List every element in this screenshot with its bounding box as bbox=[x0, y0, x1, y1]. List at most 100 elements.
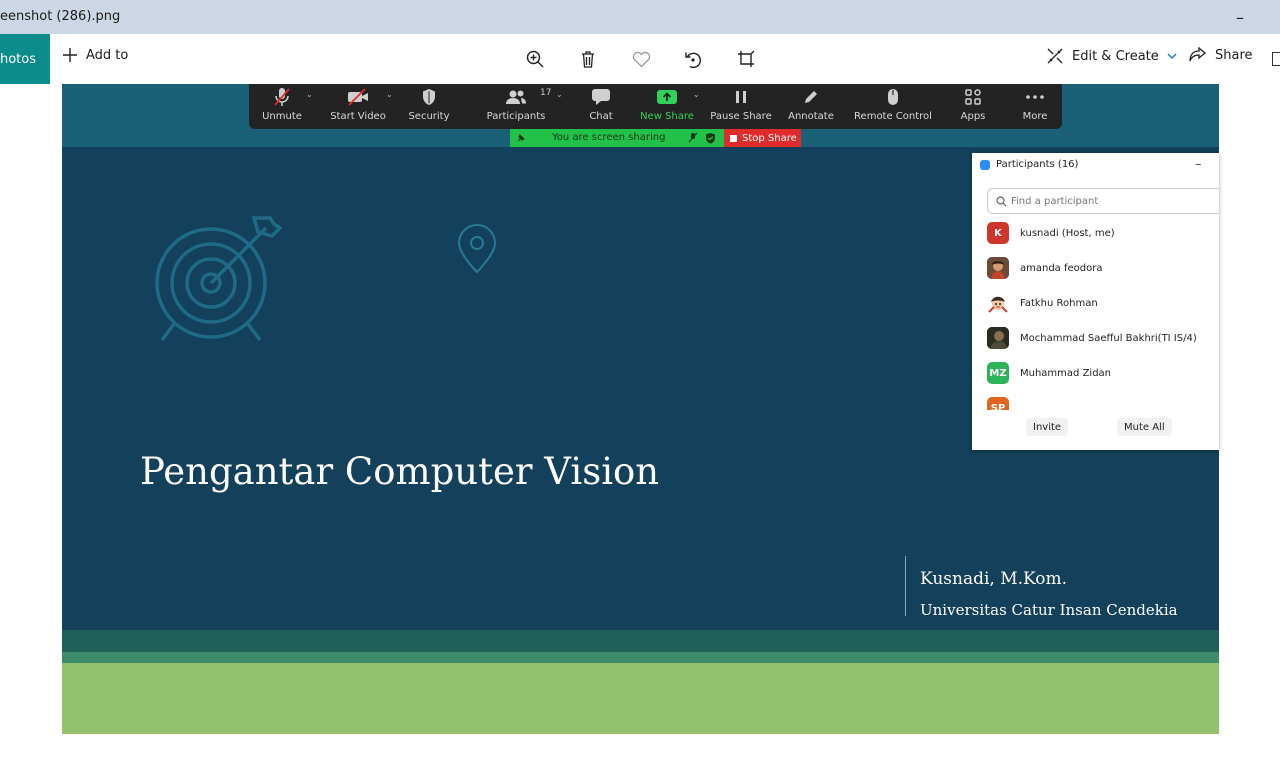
add-to-button[interactable]: Add to bbox=[62, 47, 128, 63]
stop-share-button[interactable]: Stop Share bbox=[724, 129, 801, 147]
crop-button[interactable] bbox=[734, 47, 758, 71]
pen-icon bbox=[805, 91, 817, 103]
unmute-button[interactable]: ⌄ Unmute bbox=[261, 84, 313, 129]
slide-stripe-mid bbox=[62, 652, 1219, 663]
crop-icon bbox=[738, 50, 755, 67]
stop-icon bbox=[730, 134, 737, 142]
delete-icon bbox=[582, 51, 594, 68]
panel-minimize-button[interactable]: – bbox=[1195, 157, 1202, 172]
favorite-button[interactable] bbox=[629, 47, 653, 71]
edit-create-button[interactable]: Edit & Create bbox=[1046, 47, 1177, 65]
participants-panel-title: Participants (16) bbox=[996, 159, 1079, 170]
photos-back-button[interactable]: Photos bbox=[0, 34, 50, 84]
share-button[interactable]: Share bbox=[1188, 47, 1253, 63]
participant-row[interactable]: MZ Muhammad Zidan bbox=[987, 360, 1219, 386]
new-share-button[interactable]: ⌄ New Share bbox=[640, 84, 700, 129]
minimize-button[interactable]: – bbox=[1222, 0, 1258, 34]
mute-all-button[interactable]: Mute All bbox=[1117, 418, 1172, 436]
unmute-caret-icon[interactable]: ⌄ bbox=[306, 90, 313, 99]
more-label: More bbox=[1022, 111, 1048, 122]
apps-icon bbox=[965, 89, 981, 105]
share-screen-icon bbox=[657, 90, 677, 104]
participant-row[interactable]: amanda feodora bbox=[987, 255, 1219, 281]
more-dots-icon bbox=[1026, 95, 1044, 99]
plus-icon bbox=[63, 48, 77, 62]
participants-button[interactable]: 17 Participants bbox=[486, 84, 552, 129]
edit-create-icon bbox=[1047, 48, 1063, 64]
annotate-button[interactable]: Annotate bbox=[788, 84, 834, 129]
unmute-label: Unmute bbox=[262, 111, 302, 122]
location-pin-icon bbox=[457, 224, 497, 274]
slide-stripe-dark bbox=[62, 630, 1219, 652]
share-icon bbox=[1189, 47, 1206, 62]
photos-app-bar: Photos Add to Edit & Create Share bbox=[0, 34, 1280, 84]
video-caret-icon[interactable]: ⌄ bbox=[386, 90, 393, 99]
participant-avatar bbox=[987, 327, 1009, 349]
participant-row[interactable]: K kusnadi (Host, me) bbox=[987, 220, 1219, 246]
video-off-icon bbox=[348, 88, 368, 106]
participant-name: kusnadi (Host, me) bbox=[1020, 227, 1115, 239]
overflow-menu-icon[interactable] bbox=[1272, 52, 1280, 66]
start-video-label: Start Video bbox=[330, 111, 386, 122]
new-share-label: New Share bbox=[640, 111, 694, 122]
stop-share-label: Stop Share bbox=[742, 132, 797, 144]
participant-name: amanda feodora bbox=[1020, 262, 1103, 274]
participant-avatar bbox=[987, 257, 1009, 279]
mouse-icon bbox=[888, 89, 898, 105]
microphone-muted-small-icon bbox=[688, 132, 698, 143]
participants-icon bbox=[506, 90, 526, 104]
participant-avatar: MZ bbox=[987, 362, 1009, 384]
start-video-button[interactable]: ⌄ Start Video bbox=[330, 84, 393, 129]
participants-label: Participants bbox=[486, 111, 546, 122]
zoom-icon bbox=[980, 159, 990, 170]
slide-university: Universitas Catur Insan Cendekia bbox=[920, 601, 1178, 619]
more-button[interactable]: More bbox=[1017, 84, 1053, 129]
security-label: Security bbox=[408, 111, 450, 122]
chevron-down-icon bbox=[1167, 52, 1177, 59]
participant-name: Mochammad Saefful Bakhri(TI IS/4) bbox=[1020, 332, 1197, 344]
share-caret-icon[interactable]: ⌄ bbox=[693, 90, 700, 99]
chat-button[interactable]: Chat bbox=[582, 84, 620, 129]
participants-caret-icon[interactable]: ⌄ bbox=[556, 90, 563, 99]
participant-search-input[interactable] bbox=[1011, 195, 1211, 207]
screen-sharing-banner[interactable]: You are screen sharing bbox=[510, 129, 724, 147]
share-label: Share bbox=[1215, 47, 1253, 63]
search-icon bbox=[996, 195, 1007, 206]
pause-share-label: Pause Share bbox=[710, 111, 772, 122]
target-icon bbox=[155, 216, 283, 342]
participant-row[interactable]: Fatkhu Rohman bbox=[987, 290, 1219, 316]
pause-icon bbox=[736, 91, 746, 103]
annotate-label: Annotate bbox=[788, 111, 834, 122]
participant-row[interactable]: Mochammad Saefful Bakhri(TI IS/4) bbox=[987, 325, 1219, 351]
participants-actions: Invite Mute All bbox=[972, 410, 1219, 450]
slide-title: Pengantar Computer Vision bbox=[140, 450, 660, 493]
participants-panel: Participants (16) – K kusnadi (Host, me)… bbox=[972, 153, 1219, 450]
participant-search-field[interactable] bbox=[987, 188, 1219, 214]
window-title: eenshot (286).png bbox=[0, 9, 121, 24]
photos-label: Photos bbox=[0, 51, 36, 67]
rotate-button[interactable] bbox=[681, 47, 705, 71]
pin-icon bbox=[517, 134, 525, 142]
pause-share-button[interactable]: Pause Share bbox=[710, 84, 772, 129]
participant-name: Fatkhu Rohman bbox=[1020, 297, 1098, 309]
slide-divider bbox=[905, 556, 906, 616]
apps-button[interactable]: Apps bbox=[955, 84, 991, 129]
security-button[interactable]: Security bbox=[407, 84, 451, 129]
zoom-meeting-toolbar: ⌄ Unmute ⌄ Start Video Security 17 Parti… bbox=[249, 84, 1062, 129]
invite-button[interactable]: Invite bbox=[1026, 418, 1069, 436]
chat-label: Chat bbox=[589, 111, 613, 122]
remote-control-button[interactable]: Remote Control bbox=[854, 84, 932, 129]
zoom-in-icon bbox=[526, 50, 544, 68]
participants-count: 17 bbox=[540, 88, 552, 98]
shield-check-icon bbox=[706, 133, 715, 144]
participant-avatar: K bbox=[987, 222, 1009, 244]
participant-avatar bbox=[987, 292, 1009, 314]
window-titlebar: eenshot (286).png – bbox=[0, 0, 1280, 34]
microphone-muted-icon bbox=[274, 88, 290, 106]
participants-panel-header: Participants (16) bbox=[980, 159, 1078, 170]
delete-button[interactable] bbox=[576, 47, 600, 71]
zoom-in-button[interactable] bbox=[523, 47, 547, 71]
slide-author: Kusnadi, M.Kom. bbox=[920, 569, 1068, 589]
participant-name: Muhammad Zidan bbox=[1020, 367, 1112, 379]
chat-icon bbox=[592, 89, 610, 105]
